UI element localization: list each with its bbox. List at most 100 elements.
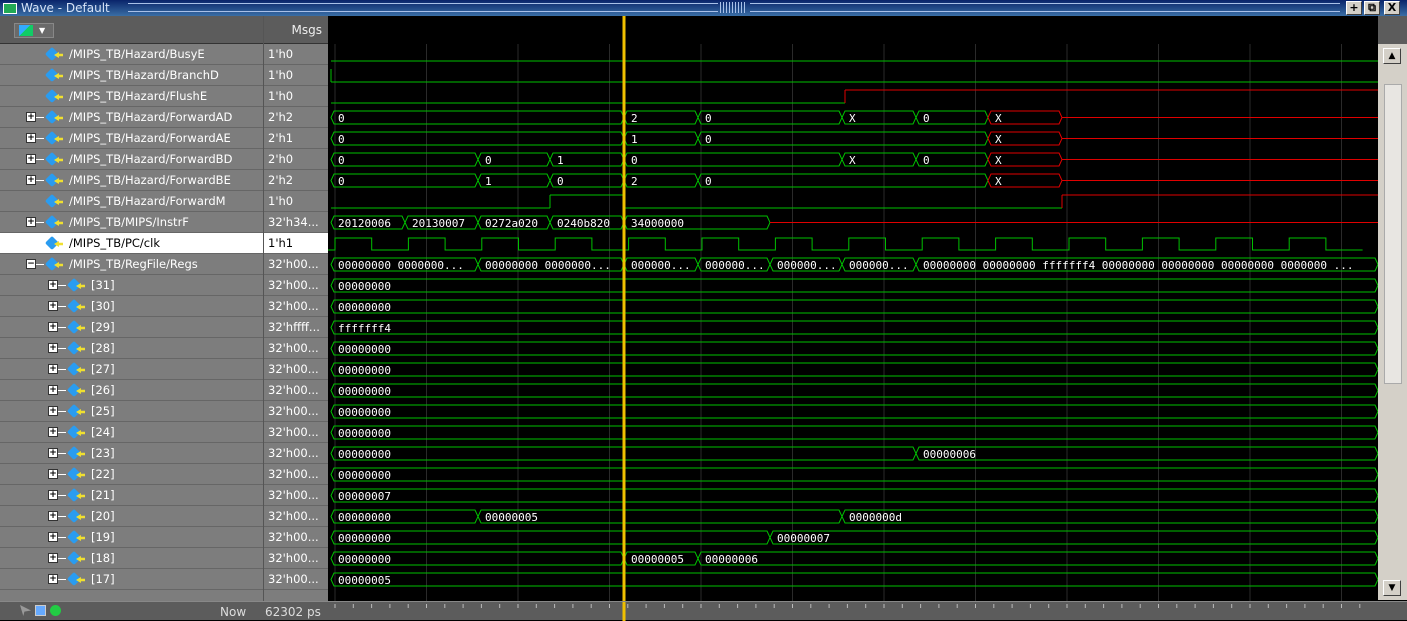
signal-value[interactable]: 32'h00... <box>264 254 328 275</box>
signal-row[interactable]: + [26] <box>0 380 263 401</box>
signal-icon <box>45 195 65 207</box>
signal-value[interactable]: 1'h0 <box>264 65 328 86</box>
signal-value[interactable]: 1'h0 <box>264 44 328 65</box>
expand-icon[interactable]: + <box>48 490 58 500</box>
expand-icon[interactable]: + <box>48 343 58 353</box>
signal-row[interactable]: + [28] <box>0 338 263 359</box>
signal-value[interactable]: 2'h0 <box>264 149 328 170</box>
signal-value[interactable]: 1'h0 <box>264 191 328 212</box>
expand-icon[interactable]: + <box>48 532 58 542</box>
signal-value[interactable]: 32'h00... <box>264 338 328 359</box>
expand-icon[interactable]: + <box>48 427 58 437</box>
signal-row[interactable]: + [30] <box>0 296 263 317</box>
signal-row[interactable]: + [23] <box>0 443 263 464</box>
signal-row[interactable]: + [21] <box>0 485 263 506</box>
cursor-add-icon[interactable] <box>20 605 31 616</box>
signal-row[interactable]: + [24] <box>0 422 263 443</box>
signal-row[interactable]: + /MIPS_TB/Hazard/ForwardAD <box>0 107 263 128</box>
expand-icon[interactable]: + <box>48 574 58 584</box>
close-window-button[interactable]: X <box>1384 1 1400 15</box>
signal-row[interactable]: + [25] <box>0 401 263 422</box>
signal-row[interactable]: + [19] <box>0 527 263 548</box>
undock-button[interactable]: ⧉ <box>1364 1 1380 15</box>
expand-icon[interactable]: + <box>48 280 58 290</box>
collapse-icon[interactable]: − <box>26 259 36 269</box>
waveform-canvas[interactable]: 0 2 0 X 0 X 0 1 0 X 0 0 1 0 X 0 X 0 1 0 2 0 X 20120006 20130007 0… <box>328 16 1378 620</box>
signal-value[interactable]: 32'h00... <box>264 296 328 317</box>
signal-row[interactable]: + /MIPS_TB/MIPS/InstrF <box>0 212 263 233</box>
bus-label: 20130007 <box>412 217 465 230</box>
signal-row[interactable]: + [22] <box>0 464 263 485</box>
vertical-scrollbar[interactable]: ▲ ▼ <box>1378 44 1407 600</box>
signal-value[interactable]: 32'h34... <box>264 212 328 233</box>
cursor-delete-icon[interactable] <box>50 605 61 616</box>
signal-value[interactable]: 32'h00... <box>264 380 328 401</box>
signal-row[interactable]: /MIPS_TB/Hazard/FlushE <box>0 86 263 107</box>
signal-row[interactable]: + /MIPS_TB/Hazard/ForwardBD <box>0 149 263 170</box>
signal-value[interactable]: 32'h00... <box>264 464 328 485</box>
signal-value[interactable]: 32'h00... <box>264 485 328 506</box>
bus-label: 00000000 <box>338 553 391 566</box>
signal-row[interactable]: + /MIPS_TB/Hazard/ForwardAE <box>0 128 263 149</box>
expand-icon[interactable]: + <box>48 322 58 332</box>
expand-icon[interactable]: + <box>48 301 58 311</box>
scroll-up-arrow[interactable]: ▲ <box>1383 48 1401 64</box>
signal-value[interactable]: 1'h1 <box>264 233 328 254</box>
signal-row[interactable]: + /MIPS_TB/Hazard/ForwardBE <box>0 170 263 191</box>
signal-value[interactable]: 2'h2 <box>264 170 328 191</box>
add-pane-button[interactable]: + <box>1346 1 1362 15</box>
time-ruler[interactable] <box>328 602 1378 621</box>
expand-icon[interactable]: + <box>26 133 36 143</box>
tree-connector <box>36 116 44 118</box>
signal-row[interactable]: /MIPS_TB/Hazard/ForwardM <box>0 191 263 212</box>
signal-value[interactable]: 2'h2 <box>264 107 328 128</box>
signal-row[interactable]: + [18] <box>0 548 263 569</box>
scroll-thumb[interactable] <box>1384 84 1402 384</box>
waveform-pane[interactable]: 0 2 0 X 0 X 0 1 0 X 0 0 1 0 X 0 X 0 1 0 2 0 X 20120006 20130007 0… <box>328 16 1378 620</box>
signal-value[interactable]: 32'h00... <box>264 359 328 380</box>
expand-icon[interactable]: + <box>48 553 58 563</box>
signal-value[interactable]: 32'h00... <box>264 506 328 527</box>
titlebar-dock-handle[interactable] <box>720 2 746 13</box>
signal-value[interactable]: 32'h00... <box>264 401 328 422</box>
expand-icon[interactable]: + <box>48 448 58 458</box>
tree-connector <box>36 179 44 181</box>
signal-row[interactable]: + [27] <box>0 359 263 380</box>
signal-value[interactable]: 32'h00... <box>264 527 328 548</box>
expand-icon[interactable]: + <box>48 469 58 479</box>
bus-segment <box>330 425 1378 440</box>
expand-icon[interactable]: + <box>26 112 36 122</box>
signal-icon <box>67 363 87 375</box>
signal-value[interactable]: 32'h00... <box>264 275 328 296</box>
expand-icon[interactable]: + <box>26 217 36 227</box>
bus-label: 00000000 0000000... <box>338 259 464 272</box>
signal-value[interactable]: 32'h00... <box>264 548 328 569</box>
now-value: 62302 ps <box>265 605 321 619</box>
signal-row[interactable]: + [20] <box>0 506 263 527</box>
signal-value[interactable]: 32'hffff... <box>264 317 328 338</box>
expand-icon[interactable]: + <box>26 154 36 164</box>
tree-connector <box>58 410 66 412</box>
cursor-lock-icon[interactable] <box>35 605 46 616</box>
expand-icon[interactable]: + <box>48 406 58 416</box>
wave-tool-dropdown[interactable]: ▼ <box>14 23 54 38</box>
signal-row[interactable]: + [17] <box>0 569 263 590</box>
signal-row[interactable]: + [31] <box>0 275 263 296</box>
signal-row[interactable]: + [29] <box>0 317 263 338</box>
expand-icon[interactable]: + <box>48 511 58 521</box>
expand-icon[interactable]: + <box>26 175 36 185</box>
signal-value[interactable]: 32'h00... <box>264 569 328 590</box>
bus-segment <box>330 383 1378 398</box>
signal-value[interactable]: 2'h1 <box>264 128 328 149</box>
scroll-down-arrow[interactable]: ▼ <box>1383 580 1401 596</box>
signal-row[interactable]: /MIPS_TB/Hazard/BranchD <box>0 65 263 86</box>
signal-row[interactable]: − /MIPS_TB/RegFile/Regs <box>0 254 263 275</box>
signal-value[interactable]: 32'h00... <box>264 443 328 464</box>
signal-value[interactable]: 32'h00... <box>264 422 328 443</box>
expand-icon[interactable]: + <box>48 364 58 374</box>
signal-row[interactable]: /MIPS_TB/Hazard/BusyE <box>0 44 263 65</box>
expand-icon[interactable]: + <box>48 385 58 395</box>
signal-value[interactable]: 1'h0 <box>264 86 328 107</box>
window-titlebar[interactable]: Wave - Default + ⧉ X <box>0 0 1407 16</box>
signal-row[interactable]: /MIPS_TB/PC/clk <box>0 233 263 254</box>
